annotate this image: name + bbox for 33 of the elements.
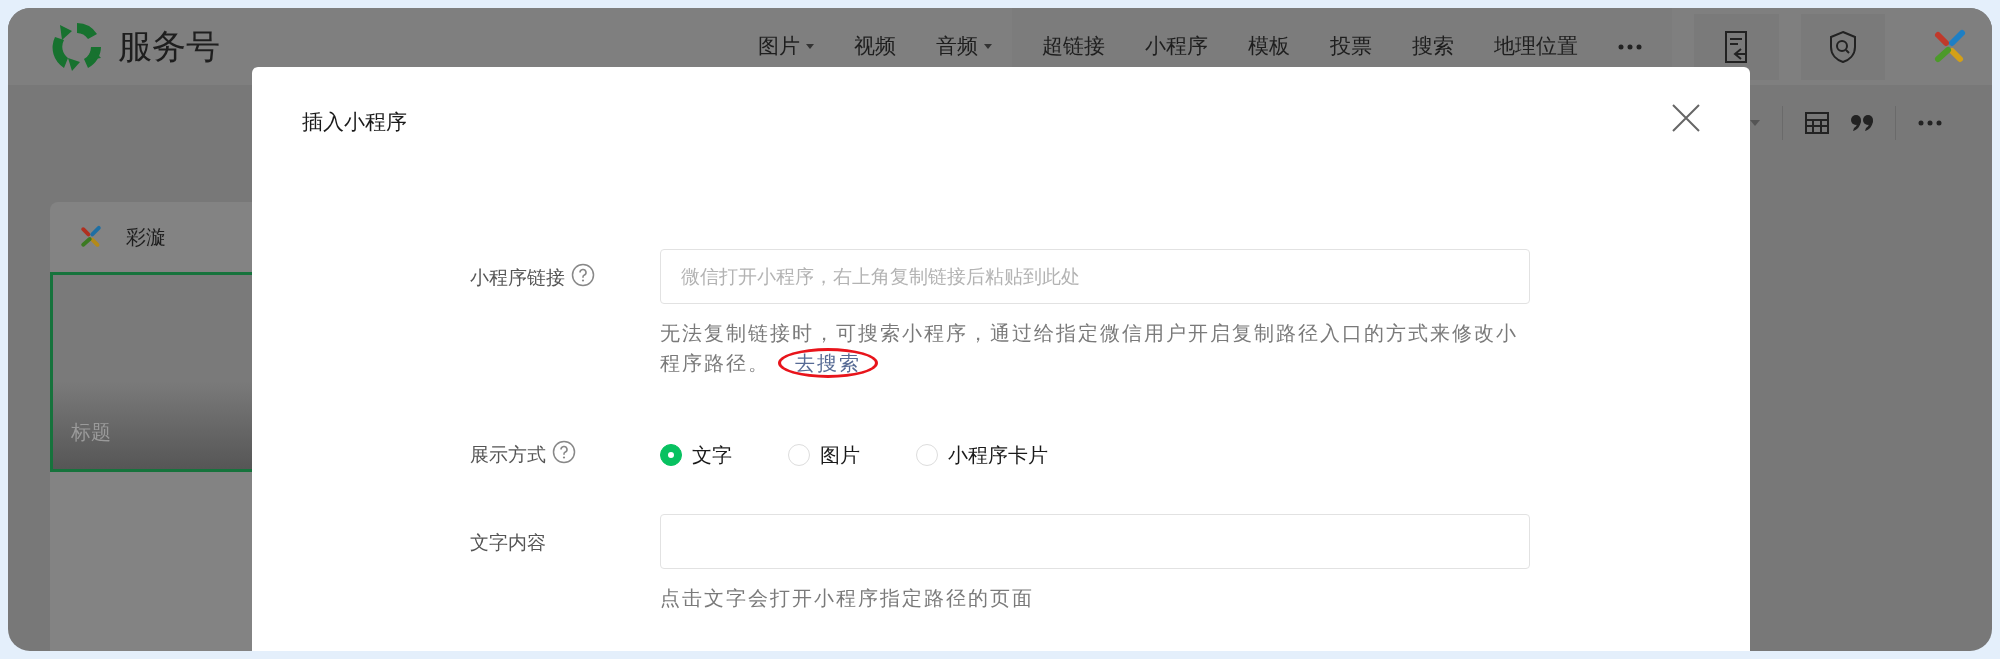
hint-text: 无法复制链接时，可搜索小程序，通过给指定微信用户开启复制路径入口的方式来修改小程序路径。 去搜索 [660, 317, 1530, 378]
menu-item[interactable]: 图片 [737, 30, 834, 63]
menu-item[interactable]: 音频 [915, 30, 1012, 63]
menu-item[interactable]: 超链接 [1021, 30, 1125, 63]
help-icon[interactable] [571, 262, 595, 287]
shield-search-icon[interactable] [1800, 13, 1886, 80]
field-label: 文字内容 [470, 529, 546, 555]
menu-item[interactable]: 投票 [1309, 30, 1392, 63]
text-field[interactable]: 微信打开小程序，右上角复制链接后粘贴到此处 [660, 248, 1530, 304]
app-name: 服务号 [118, 25, 220, 68]
menu-item[interactable]: 搜索 [1391, 30, 1474, 63]
more-icon[interactable] [1617, 43, 1642, 50]
dialog-title: 插入小程序 [302, 109, 407, 136]
account-name: 彩漩 [126, 224, 166, 251]
radio-option[interactable]: 图片 [788, 439, 860, 470]
menu-item[interactable]: 地理位置 [1473, 30, 1598, 63]
quote-icon[interactable] [1851, 114, 1873, 131]
field-label: 小程序链接 [470, 264, 565, 290]
field-label: 展示方式 [470, 441, 546, 467]
title-placeholder: 标题 [71, 419, 111, 446]
text-field[interactable] [660, 513, 1530, 569]
close-button[interactable] [1672, 104, 1700, 132]
menu-item[interactable]: 模板 [1227, 30, 1310, 63]
more-icon[interactable] [1918, 119, 1942, 126]
help-icon[interactable] [552, 439, 576, 464]
radio-option[interactable]: 文字 [660, 439, 732, 470]
menu-item[interactable]: 小程序 [1124, 30, 1228, 63]
search-link[interactable]: 去搜索 [778, 347, 878, 378]
table-icon[interactable] [1805, 111, 1829, 134]
menu-item[interactable]: 视频 [833, 30, 916, 63]
hint-text: 点击文字会打开小程序指定路径的页面 [660, 584, 1035, 612]
radio-option[interactable]: 小程序卡片 [916, 439, 1048, 470]
cross-logo-icon [78, 224, 104, 250]
